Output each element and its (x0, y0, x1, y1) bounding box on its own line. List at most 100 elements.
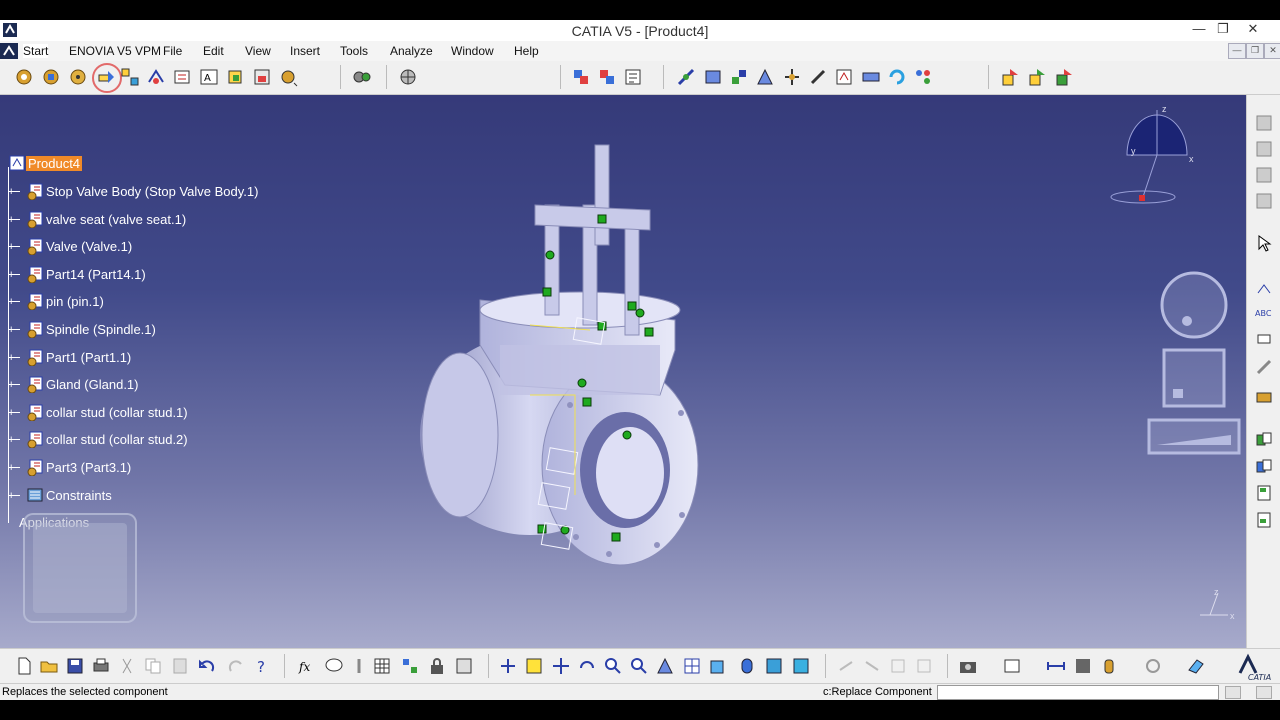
menu-edit[interactable]: Edit (203, 44, 224, 58)
expand-icon[interactable]: + (8, 187, 14, 198)
expand-icon[interactable]: + (8, 408, 14, 419)
close-button[interactable]: ✕ (1240, 21, 1266, 39)
new-icon[interactable] (14, 656, 34, 676)
stop-valve-model[interactable] (400, 135, 720, 575)
offset-constraint-icon[interactable] (729, 67, 749, 87)
change-constraint-icon[interactable] (913, 67, 933, 87)
status-button-1[interactable] (1225, 686, 1241, 699)
distance-icon[interactable] (1054, 67, 1074, 87)
zoom-in-icon[interactable] (603, 656, 623, 676)
print-icon[interactable] (91, 656, 111, 676)
manage-representations-icon[interactable] (225, 67, 245, 87)
eraser-icon[interactable] (1186, 656, 1206, 676)
expand-icon[interactable]: + (8, 353, 14, 364)
replace-component-icon[interactable] (96, 67, 116, 87)
expand-icon[interactable]: + (8, 270, 14, 281)
std-icon[interactable] (1254, 430, 1274, 450)
reuse-pattern-icon[interactable] (623, 67, 643, 87)
measure-tool-icon[interactable] (349, 656, 369, 676)
select-arrow-icon[interactable] (1254, 233, 1274, 253)
redo-icon[interactable] (226, 656, 246, 676)
expand-icon[interactable]: + (8, 435, 14, 446)
swap-visible-icon[interactable] (1254, 113, 1274, 133)
swap-space-icon[interactable] (791, 656, 811, 676)
menu-start[interactable]: Start (23, 44, 49, 58)
contact-constraint-icon[interactable] (703, 67, 723, 87)
product-icon[interactable] (14, 67, 34, 87)
measure-icon[interactable] (1254, 357, 1274, 377)
zoom-out-icon[interactable] (629, 656, 649, 676)
lock-icon[interactable] (427, 656, 447, 676)
fly-mode-icon[interactable] (498, 656, 518, 676)
sectioning-icon[interactable] (1027, 67, 1047, 87)
doc-restore-button[interactable]: ❐ (1246, 43, 1264, 59)
flexible-rigid-icon[interactable] (861, 67, 881, 87)
normal-view-icon[interactable] (655, 656, 675, 676)
catalog-browser-icon[interactable] (1254, 510, 1274, 530)
command-input[interactable] (937, 685, 1219, 700)
menu-window[interactable]: Window (451, 44, 494, 58)
graph-tree-icon[interactable] (120, 67, 140, 87)
menu-file[interactable]: File (163, 44, 182, 58)
angle-constraint-icon[interactable] (755, 67, 775, 87)
reorder-icon[interactable]: A (199, 67, 219, 87)
disabled-tool-4-icon[interactable] (914, 656, 934, 676)
multi-instantiation-icon[interactable] (146, 67, 166, 87)
whats-this-icon[interactable]: ? (253, 656, 273, 676)
hide-show-icon[interactable] (1254, 139, 1274, 159)
smart-move-icon[interactable] (597, 67, 617, 87)
status-button-2[interactable] (1256, 686, 1272, 699)
shading-icon[interactable] (737, 656, 757, 676)
axis-system-icon[interactable] (1254, 277, 1274, 297)
fix-icon[interactable] (782, 67, 802, 87)
menu-analyze[interactable]: Analyze (390, 44, 433, 58)
paste-icon[interactable] (170, 656, 190, 676)
views-icon[interactable] (708, 656, 728, 676)
catia-menu-icon[interactable] (0, 43, 18, 59)
text-annotation-icon[interactable]: ABC (1254, 303, 1274, 323)
disabled-tool-3-icon[interactable] (888, 656, 908, 676)
expand-icon[interactable]: + (8, 297, 14, 308)
restore-button[interactable]: ❐ (1210, 21, 1236, 39)
flag-note-icon[interactable] (1254, 330, 1274, 350)
disabled-tool-2-icon[interactable] (862, 656, 882, 676)
menu-insert[interactable]: Insert (290, 44, 320, 58)
catalog-icon[interactable] (1254, 191, 1274, 211)
menu-help[interactable]: Help (514, 44, 539, 58)
expand-icon[interactable]: + (8, 491, 14, 502)
scenes-icon[interactable] (278, 67, 298, 87)
distance-analysis-icon[interactable] (1046, 656, 1066, 676)
rotate-icon[interactable] (577, 656, 597, 676)
cut-feature-icon[interactable] (1254, 165, 1274, 185)
menu-enovia[interactable]: ENOVIA V5 VPM (69, 44, 161, 58)
swap-icon[interactable] (1254, 457, 1274, 477)
clash-icon[interactable] (1000, 67, 1020, 87)
formula-icon[interactable]: fx (298, 656, 318, 676)
tree-icon[interactable] (1254, 483, 1274, 503)
numbering-icon[interactable] (252, 67, 272, 87)
save-icon[interactable] (65, 656, 85, 676)
fix-together-icon[interactable] (808, 67, 828, 87)
doc-minimize-button[interactable]: — (1228, 43, 1246, 59)
copy-icon[interactable] (143, 656, 163, 676)
fit-all-icon[interactable] (524, 656, 544, 676)
render-style-icon[interactable] (1254, 385, 1274, 405)
doc-close-button[interactable]: ✕ (1264, 43, 1280, 59)
compass[interactable]: y x z (1105, 100, 1200, 215)
expand-icon[interactable]: + (8, 242, 14, 253)
minimize-button[interactable]: — (1186, 21, 1212, 39)
menu-view[interactable]: View (245, 44, 271, 58)
disabled-tool-1-icon[interactable] (836, 656, 856, 676)
cut-icon[interactable] (117, 656, 137, 676)
print-screen-icon[interactable] (1002, 656, 1022, 676)
material-icon[interactable] (1073, 656, 1093, 676)
multi-view-icon[interactable] (682, 656, 702, 676)
hide-icon[interactable] (764, 656, 784, 676)
quick-constraint-icon[interactable] (834, 67, 854, 87)
pan-icon[interactable] (551, 656, 571, 676)
coincidence-constraint-icon[interactable] (676, 67, 696, 87)
view-navigation-widgets[interactable] (1145, 265, 1245, 460)
expand-icon[interactable]: + (8, 380, 14, 391)
undo-icon[interactable] (197, 656, 217, 676)
expand-icon[interactable]: + (8, 463, 14, 474)
